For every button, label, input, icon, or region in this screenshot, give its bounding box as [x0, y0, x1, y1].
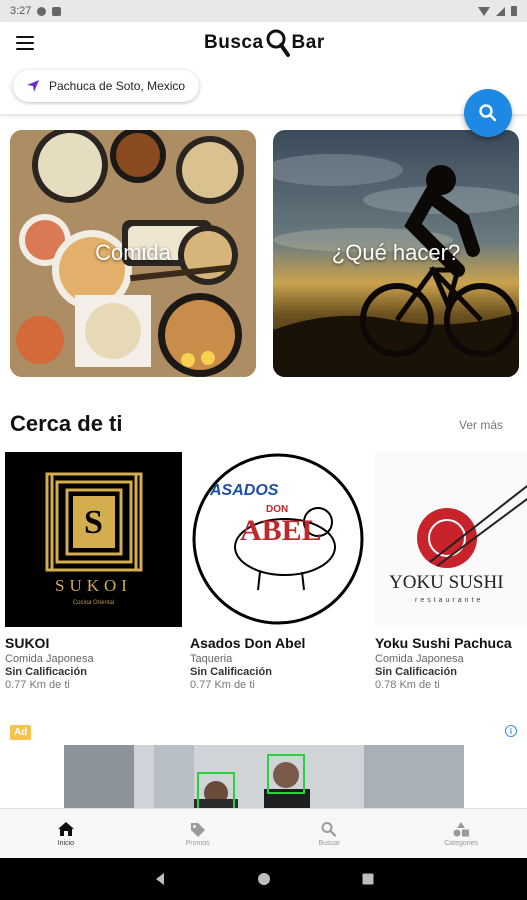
gear-icon — [37, 6, 47, 16]
status-time: 3:27 — [10, 5, 32, 17]
logo-text-right: Bar — [291, 32, 325, 53]
nav-item-categories[interactable]: Categories — [395, 809, 527, 858]
hamburger-menu-icon[interactable] — [16, 36, 34, 50]
nav-label: Buscar — [318, 839, 341, 847]
tag-icon — [190, 822, 205, 837]
place-name: Yoku Sushi Pachuca — [375, 635, 512, 651]
system-navigation-bar — [0, 858, 527, 900]
nav-item-buscar[interactable]: Buscar — [264, 809, 396, 858]
nav-label: Categories — [444, 839, 479, 847]
place-rating: Sin Calificación — [375, 666, 457, 678]
nav-label: Promos — [185, 839, 210, 847]
info-icon[interactable]: i — [505, 725, 517, 737]
category-cards: Comida ¿Qué hacer? — [10, 130, 520, 377]
category-label-activities: ¿Qué hacer? — [331, 240, 461, 265]
place-rating: Sin Calificación — [190, 666, 272, 678]
sukoi-logo-letter: S — [84, 504, 103, 541]
nearby-places-list: S SUKOI Cocina Oriental SUKOI Comida Jap… — [5, 452, 527, 697]
logo-text-left: Busca — [204, 32, 264, 53]
asados-logo-top: ASADOS — [210, 482, 279, 499]
place-distance: 0.78 Km de ti — [375, 679, 440, 691]
nav-item-inicio[interactable]: Inicio — [0, 809, 132, 858]
app-logo: Busca Bar — [204, 28, 325, 58]
place-rating: Sin Calificación — [5, 666, 87, 678]
sukoi-logo-text: SUKOI — [55, 576, 132, 595]
navigation-arrow-icon — [27, 80, 39, 92]
category-label-food: Comida — [95, 240, 171, 265]
search-icon — [321, 821, 337, 837]
ad-badge: Ad — [10, 725, 32, 740]
home-circle-icon[interactable] — [257, 872, 271, 886]
categories-icon — [453, 821, 470, 836]
app-header: Busca Bar Pachuca de Soto, Mexico — [0, 22, 527, 114]
search-icon — [479, 104, 497, 122]
place-category: Comida Japonesa — [5, 653, 94, 665]
asados-logo-main: ABEL — [240, 514, 322, 547]
place-distance: 0.77 Km de ti — [190, 679, 255, 691]
category-card-activities[interactable]: ¿Qué hacer? — [273, 130, 519, 377]
sukoi-logo-sub: Cocina Oriental — [72, 600, 115, 606]
place-category: Taqueria — [190, 653, 233, 665]
home-icon — [57, 821, 74, 836]
nav-item-promos[interactable]: Promos — [132, 809, 264, 858]
category-card-food[interactable]: Comida — [10, 130, 256, 377]
yoku-logo-sub: restaurante — [415, 597, 484, 604]
status-bar: 3:27 — [0, 0, 527, 22]
place-card-yoku-sushi[interactable]: YOKU SUSHI restaurante Yoku Sushi Pachuc… — [375, 452, 527, 691]
search-fab-button[interactable] — [464, 89, 512, 137]
bottom-navigation: Inicio Promos Buscar Categories — [0, 808, 527, 858]
place-card-sukoi[interactable]: S SUKOI Cocina Oriental SUKOI Comida Jap… — [5, 452, 182, 691]
place-category: Comida Japonesa — [375, 653, 464, 665]
signal-icon — [496, 6, 505, 16]
wifi-icon — [478, 6, 490, 16]
see-more-link[interactable]: Ver más — [459, 418, 503, 432]
recents-icon[interactable] — [361, 872, 375, 886]
place-name: SUKOI — [5, 635, 50, 651]
place-logo-sukoi: S SUKOI Cocina Oriental — [5, 452, 182, 627]
section-title-nearby: Cerca de ti — [10, 411, 123, 436]
ad-banner-image[interactable] — [64, 745, 464, 809]
sd-card-icon — [52, 6, 62, 16]
place-logo-yoku-sushi: YOKU SUSHI restaurante — [375, 452, 527, 627]
magnifier-logo-icon — [265, 28, 291, 58]
battery-icon — [511, 6, 517, 16]
place-distance: 0.77 Km de ti — [5, 679, 70, 691]
yoku-logo-text: YOKU SUSHI — [389, 572, 504, 593]
location-selector[interactable]: Pachuca de Soto, Mexico — [13, 70, 200, 102]
place-name: Asados Don Abel — [190, 635, 306, 651]
nav-label: Inicio — [57, 839, 75, 847]
back-icon[interactable] — [153, 872, 167, 886]
place-logo-asados-don-abel: ASADOS DON ABEL — [190, 452, 367, 627]
location-label: Pachuca de Soto, Mexico — [49, 79, 186, 93]
place-card-asados-don-abel[interactable]: ASADOS DON ABEL Asados Don Abel Taqueria… — [190, 452, 367, 691]
